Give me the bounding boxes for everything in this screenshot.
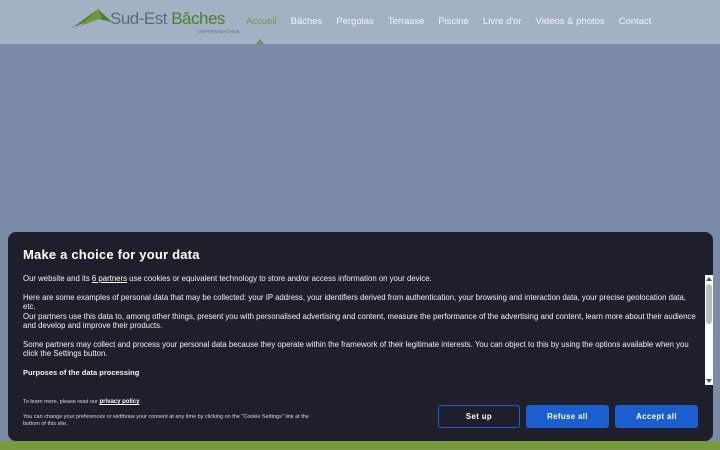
- setup-button[interactable]: Set up: [438, 405, 520, 428]
- scroll-down-icon[interactable]: [706, 379, 712, 383]
- nav-item-contact[interactable]: Contact: [619, 16, 652, 27]
- learn-more-text: To learn more, please read our privacy p…: [23, 399, 141, 405]
- nav-item-accueil[interactable]: Accueil: [246, 16, 277, 27]
- cookie-consent-dialog: Make a choice for your data Our website …: [8, 232, 713, 441]
- change-preferences-text: You can change your preferences or width…: [23, 414, 309, 427]
- partners-link[interactable]: 6 partners: [92, 274, 127, 283]
- nav-item-videos-photos[interactable]: Videos & photos: [536, 16, 605, 27]
- nav-item-baches[interactable]: Bâches: [291, 16, 323, 27]
- consent-paragraph-examples: Here are some examples of personal data …: [23, 292, 686, 312]
- consent-intro: Our website and its 6 partners use cooki…: [23, 274, 432, 283]
- nav-item-terrasse[interactable]: Terrasse: [388, 16, 424, 27]
- consent-paragraph-legitimate: Some partners may collect and process yo…: [23, 339, 689, 359]
- scroll-up-icon[interactable]: [706, 277, 712, 281]
- consent-body[interactable]: Our website and its 6 partners use cooki…: [23, 274, 698, 384]
- awning-icon: [72, 9, 112, 28]
- nav-item-piscine[interactable]: Piscine: [438, 16, 469, 27]
- consent-title: Make a choice for your data: [23, 247, 200, 262]
- logo-wordmark: Sud-Est Bâches: [110, 9, 225, 28]
- scroll-thumb[interactable]: [706, 284, 712, 324]
- refuse-all-button[interactable]: Refuse all: [526, 405, 609, 428]
- accept-all-button[interactable]: Accept all: [615, 405, 698, 428]
- site-logo[interactable]: Sud-Est Bâches DEPANN'BACHES: [72, 6, 239, 38]
- site-header: Sud-Est Bâches DEPANN'BACHES Accueil Bâc…: [0, 0, 720, 44]
- logo-subtitle: DEPANN'BACHES: [198, 29, 240, 34]
- main-nav: Accueil Bâches Pergolas Terrasse Piscine…: [246, 16, 665, 27]
- consent-paragraph-usage: Our partners use this data to, among oth…: [23, 311, 696, 331]
- consent-scrollbar[interactable]: [705, 275, 713, 385]
- footer-strip: [0, 441, 720, 450]
- nav-item-livre-dor[interactable]: Livre d'or: [483, 16, 522, 27]
- nav-item-pergolas[interactable]: Pergolas: [336, 16, 374, 27]
- purposes-heading: Purposes of the data processing: [23, 368, 140, 378]
- privacy-policy-link[interactable]: privacy policy: [99, 399, 139, 405]
